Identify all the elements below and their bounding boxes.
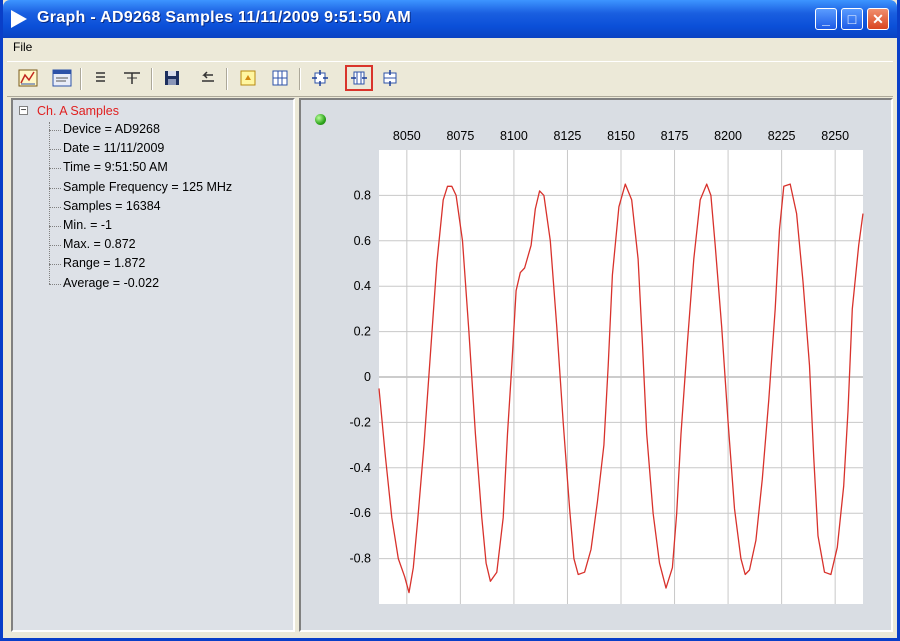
tree-root-label[interactable]: Ch. A Samples [37,104,119,118]
tree-item-label: Time = 9:51:50 AM [63,160,168,175]
marker-icon[interactable] [237,67,259,89]
y-tick-label: -0.4 [349,461,371,475]
y-tick-label: 0 [364,370,371,384]
minimize-button[interactable]: _ [815,8,837,30]
x-tick-label: 8200 [714,129,742,143]
tree-item-label: Samples = 16384 [63,198,161,213]
tree-item-label: Date = 11/11/2009 [63,141,165,156]
y-tick-label: 0.6 [354,234,371,248]
tree-item-label: Max. = 0.872 [63,237,136,252]
tree-connector [49,122,50,284]
properties-tree: − Ch. A Samples Device = AD9268 Date = 11… [11,98,295,632]
tree-item-label: Min. = -1 [63,218,112,232]
close-button[interactable]: ✕ [867,8,889,30]
list-icon[interactable] [89,67,111,89]
tree-connector-line [49,168,61,170]
x-tick-label: 8150 [607,129,635,143]
x-tick-label: 8175 [661,129,689,143]
waveform-chart[interactable]: 0.8 0.6 0.4 0.2 0 -0.2 -0.4 -0.6 -0.8 8050 8075 810… [301,100,891,630]
tree-connector-line [49,283,61,285]
zoom-fit-icon[interactable] [309,67,331,89]
menu-bar: File [3,38,897,58]
tree-connector-line [49,130,61,131]
x-tick-label: 8100 [500,129,528,143]
window-icon[interactable] [51,67,73,89]
tree-item-label: Average = -0.022 [63,275,160,290]
x-tick-label: 8075 [446,129,474,143]
tree-connector-line [49,187,61,189]
undo-icon[interactable] [197,67,219,89]
tree-connector-line [49,226,61,227]
tree-item-label: Range = 1.872 [63,256,146,271]
x-tick-label: 8225 [768,129,796,143]
y-tick-label: 0.4 [354,279,371,293]
window-title: Graph - AD9268 Samples 11/11/2009 9:51:5… [37,9,411,26]
tree-connector-line [49,264,61,266]
x-tick-label: 8250 [821,129,849,143]
tree-connector-line [49,149,61,151]
play-icon [11,10,27,28]
y-tick-label: 0.2 [354,325,371,339]
x-tick-label: 8125 [554,129,582,143]
grid-icon[interactable] [269,67,291,89]
tree-item-label: Device = AD9268 [63,122,160,136]
y-tick-label: -0.8 [349,552,371,566]
chart-icon[interactable] [17,67,39,89]
zoom-y-icon[interactable] [379,67,401,89]
tree-connector-line [49,245,61,247]
filter-icon[interactable] [121,67,143,89]
x-tick-label: 8050 [393,129,421,143]
graph-window: Graph - AD9268 Samples 11/11/2009 9:51:5… [0,0,900,641]
title-bar[interactable]: Graph - AD9268 Samples 11/11/2009 9:51:5… [3,0,897,38]
zoom-x-icon[interactable] [345,65,373,91]
y-tick-label: -0.2 [349,415,371,429]
toolbar [7,61,893,97]
y-tick-label: -0.6 [349,506,371,520]
tree-connector-line [49,206,61,208]
maximize-button[interactable]: □ [841,8,863,30]
collapse-icon[interactable]: − [19,106,28,116]
menu-file[interactable]: File [13,40,32,54]
save-icon[interactable] [161,67,183,89]
graph-pane: 0.8 0.6 0.4 0.2 0 -0.2 -0.4 -0.6 -0.8 8050 8075 810… [299,98,893,632]
y-tick-label: 0.8 [354,188,371,202]
tree-item-label: Sample Frequency = 125 MHz [63,179,233,194]
